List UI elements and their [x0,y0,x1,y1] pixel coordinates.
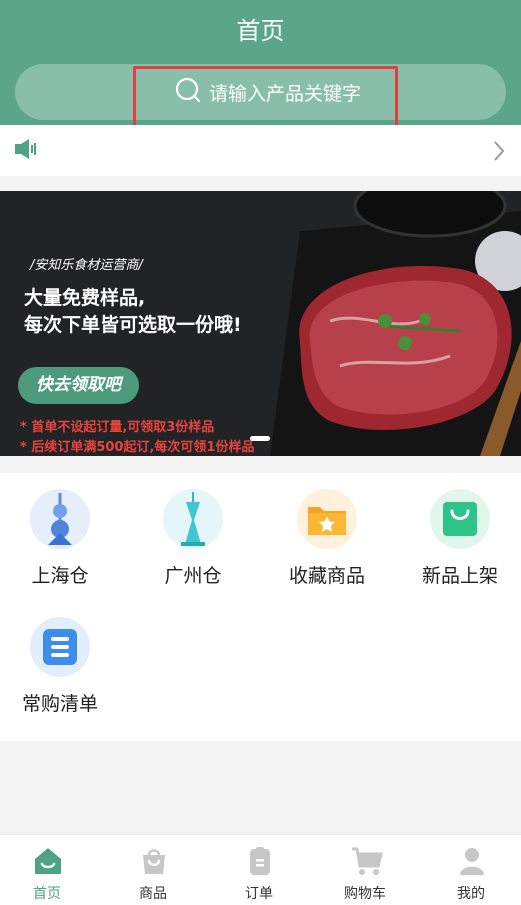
shopping-bag-icon [430,489,490,549]
speaker-icon [14,138,38,164]
list-icon [30,617,90,677]
notice-bar[interactable] [0,125,521,176]
banner-note-1: * 首单不设起订量,可领取3份样品 [20,420,215,435]
category-grid: 上海仓 广州仓 收藏商品 新品上架 常购清单 [0,473,521,741]
category-label: 收藏商品 [288,565,365,587]
chevron-right-icon[interactable] [492,140,506,166]
tab-label: 购物车 [344,886,386,902]
tab-label: 首页 [33,886,61,902]
category-label: 新品上架 [421,565,498,587]
page-title: 首页 [236,17,285,45]
category-guangzhou[interactable]: 广州仓 [128,473,258,593]
claim-button[interactable]: 快去领取吧 [18,367,139,404]
category-label: 广州仓 [164,565,222,587]
banner-headline-2: 每次下单皆可选取一份哦! [24,314,242,336]
order-icon [245,846,275,880]
category-favorites[interactable]: 收藏商品 [262,473,392,593]
banner-note-2: * 后续订单满500起订,每次可领1份样品 [20,440,255,455]
category-shanghai[interactable]: 上海仓 [0,473,125,593]
category-label: 常购清单 [21,693,98,715]
category-frequent-list[interactable]: 常购清单 [0,601,125,721]
bottom-tab-bar: 首页 商品 订单 购物车 我的 [0,834,521,905]
user-icon [457,846,487,880]
tab-products[interactable]: 商品 [101,835,205,905]
banner-headline-1: 大量免费样品, [24,287,146,309]
canton-tower-icon [163,489,223,549]
home-icon [33,846,63,880]
tab-cart[interactable]: 购物车 [313,835,417,905]
banner-tag: /安知乐食材运营商/ [30,258,143,273]
promo-banner[interactable]: /安知乐食材运营商/ 大量免费样品, 每次下单皆可选取一份哦! 快去领取吧 * … [0,191,521,456]
bag-icon [139,846,169,880]
shanghai-tower-icon [30,489,90,549]
tab-label: 订单 [245,886,273,902]
tab-label: 我的 [457,886,485,902]
tab-label: 商品 [139,886,167,902]
favorites-folder-icon [297,489,357,549]
carousel-indicator [250,436,270,441]
tab-profile[interactable]: 我的 [419,835,521,905]
category-label: 上海仓 [31,565,89,587]
category-new-arrivals[interactable]: 新品上架 [395,473,521,593]
tab-home[interactable]: 首页 [0,835,99,905]
cart-icon [351,846,383,880]
tab-orders[interactable]: 订单 [207,835,311,905]
